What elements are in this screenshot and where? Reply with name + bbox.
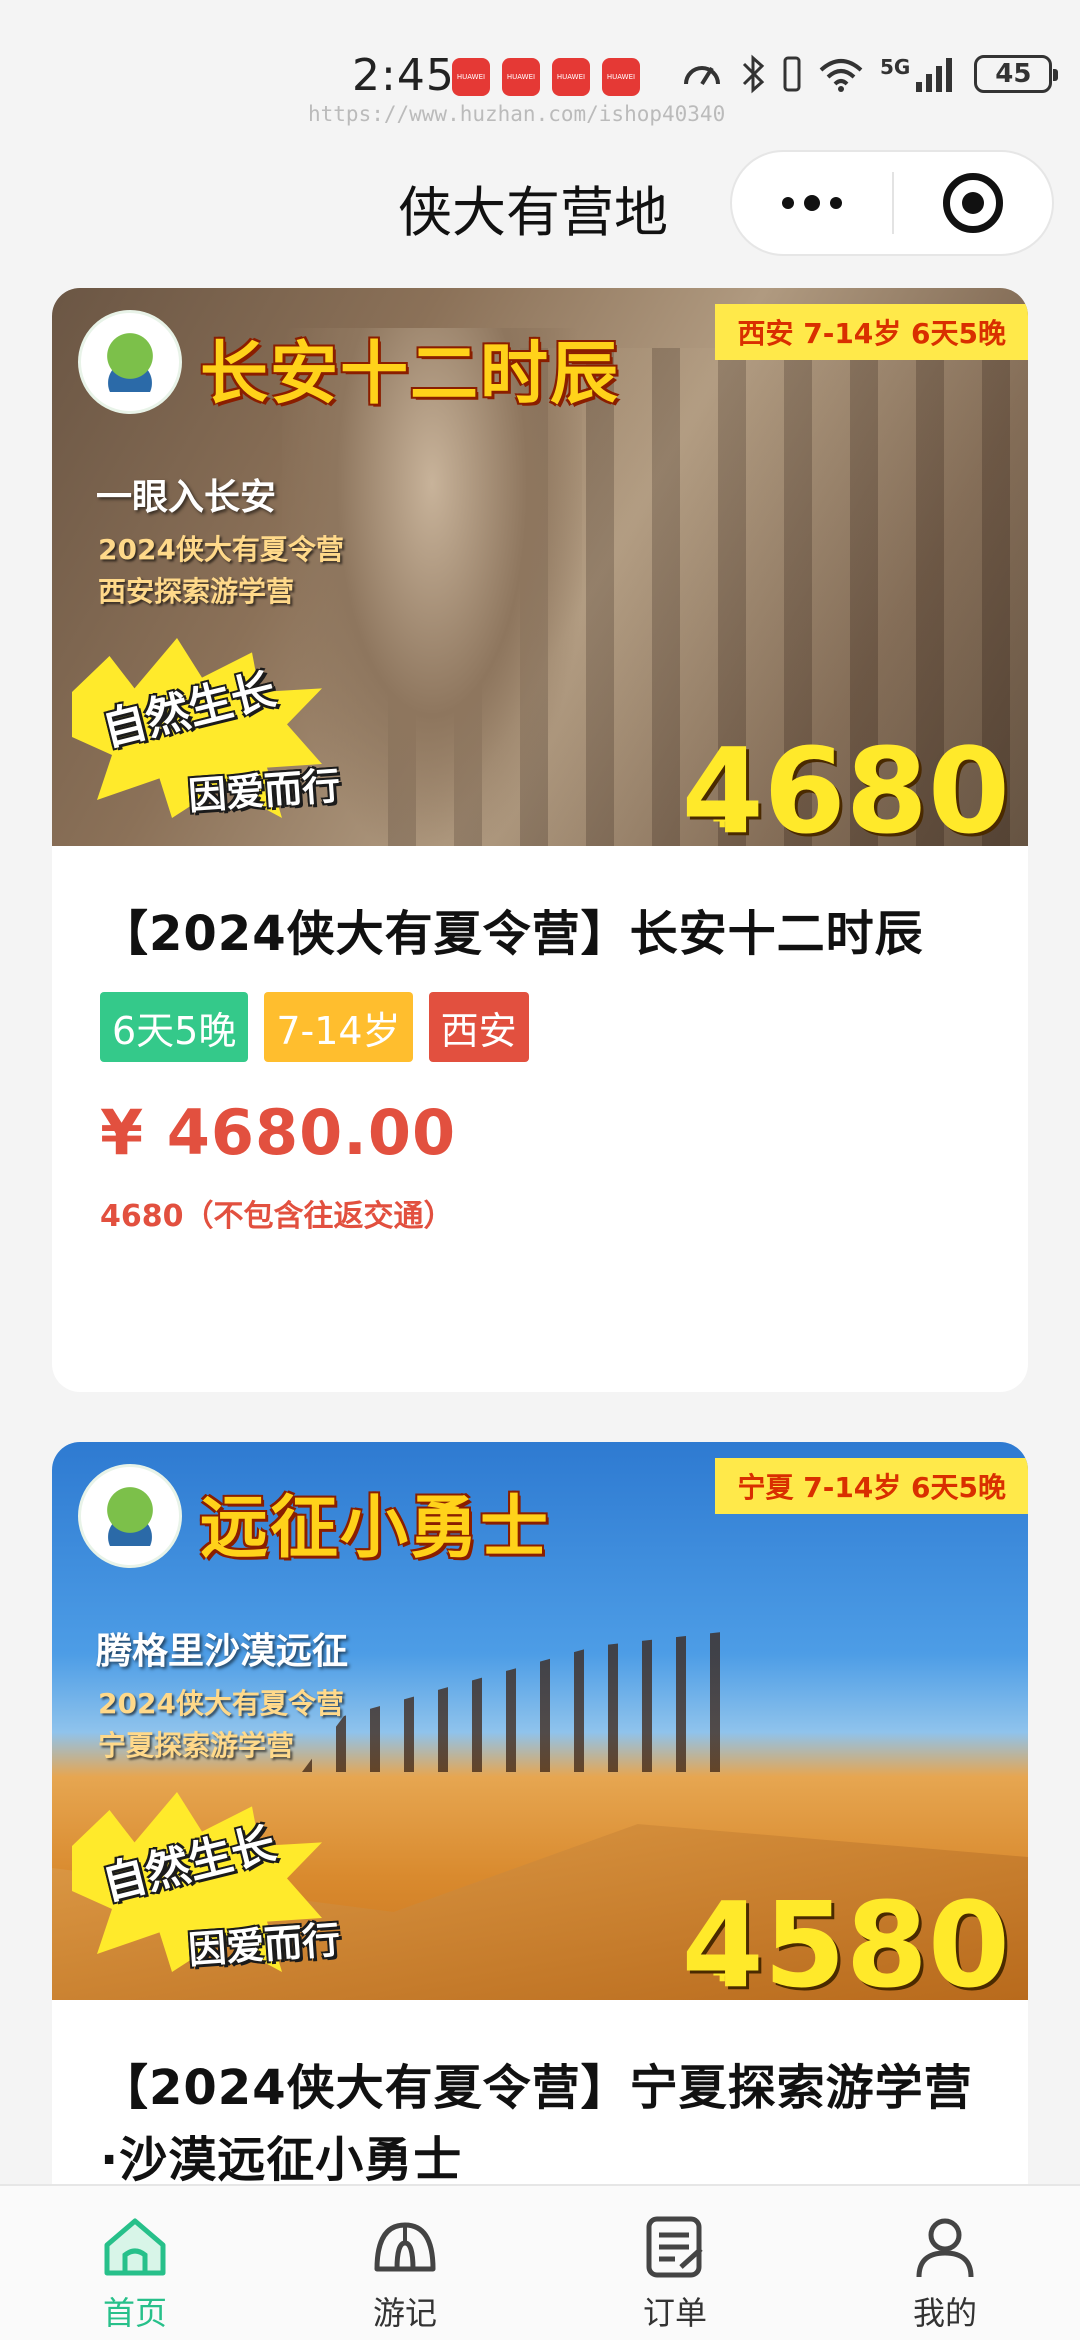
product-tags: 6天5晚 7-14岁 西安: [100, 992, 980, 1062]
home-icon: [100, 2212, 170, 2282]
bluetooth-icon: [742, 54, 765, 94]
status-bar: 2:45 HUAWEI HUAWEI HUAWEI HUAWEI 5G 45 h…: [0, 0, 1080, 126]
vibrate-icon: [783, 56, 801, 92]
tab-label: 游记: [372, 2294, 437, 2332]
wifi-icon: [819, 59, 863, 92]
tab-profile[interactable]: 我的: [810, 2186, 1080, 2340]
banner-subtitle: 西安探索游学营: [98, 575, 295, 608]
network-type-label: 5G: [880, 55, 911, 79]
huawei-notification-icon: HUAWEI: [452, 58, 490, 96]
banner-slogan: 因爱而行: [186, 763, 342, 819]
price-note: 4680（不包含往返交通）: [100, 1199, 454, 1234]
tab-label: 首页: [102, 2294, 167, 2332]
tab-label: 订单: [642, 2294, 707, 2332]
target-circle-icon: [943, 173, 1003, 233]
huawei-notification-icon: HUAWEI: [502, 58, 540, 96]
banner-subtitle: 一眼入长安: [96, 477, 277, 518]
status-icons: 5G 45: [680, 54, 1059, 94]
tab-travel-notes[interactable]: 游记: [270, 2186, 540, 2340]
battery-icon: 45: [974, 55, 1059, 93]
more-dots-icon: [782, 197, 794, 209]
camel-caravan-illustration: [302, 1632, 722, 1772]
order-list-icon: [640, 2212, 710, 2282]
age-tag: 7-14岁: [264, 992, 413, 1062]
product-banner[interactable]: 长安十二时辰 西安 7-14岁 6天5晚 一眼入长安 2024侠大有夏令营 西安…: [52, 288, 1028, 846]
banner-title: 长安十二时辰: [200, 335, 621, 414]
product-card[interactable]: 长安十二时辰 西安 7-14岁 6天5晚 一眼入长安 2024侠大有夏令营 西安…: [52, 288, 1028, 1392]
banner-subtitle: 2024侠大有夏令营: [98, 533, 344, 566]
card-body: 【2024侠大有夏令营】宁夏探索游学营·沙漠远征小勇士: [52, 2000, 1028, 2196]
banner-subtitle: 2024侠大有夏令营: [98, 1687, 344, 1720]
tab-home[interactable]: 首页: [0, 2186, 270, 2340]
notification-icons: HUAWEI HUAWEI HUAWEI HUAWEI: [452, 58, 640, 96]
duration-tag: 6天5晚: [100, 992, 249, 1062]
tab-label: 我的: [912, 2294, 977, 2332]
tab-orders[interactable]: 订单: [540, 2186, 810, 2340]
data-speed-icon: [684, 66, 720, 86]
camp-logo-icon: [78, 310, 182, 414]
card-body: 【2024侠大有夏令营】长安十二时辰 6天5晚 7-14岁 西安 ¥ 4680.…: [52, 846, 1028, 1235]
close-button[interactable]: [894, 173, 1052, 233]
more-dots-icon: [830, 197, 842, 209]
banner-title: 远征小勇士: [200, 1489, 551, 1568]
signal-icon: [916, 58, 953, 92]
huawei-notification-icon: HUAWEI: [552, 58, 590, 96]
banner-subtitle: 腾格里沙漠远征: [96, 1631, 349, 1672]
page-title: 侠大有营地: [398, 181, 668, 244]
product-title[interactable]: 【2024侠大有夏令营】宁夏探索游学营·沙漠远征小勇士: [100, 2052, 980, 2196]
huawei-notification-icon: HUAWEI: [602, 58, 640, 96]
banner-price: 4580: [681, 1876, 1010, 2000]
more-button[interactable]: [732, 152, 892, 254]
product-title[interactable]: 【2024侠大有夏令营】长安十二时辰: [100, 898, 980, 970]
banner-tag: 西安 7-14岁 6天5晚: [715, 304, 1028, 360]
bottom-tab-bar: 首页 游记 订单 我的: [0, 2184, 1080, 2340]
location-tag: 西安: [428, 992, 529, 1062]
status-time: 2:45: [352, 50, 455, 101]
banner-price: 4680: [681, 722, 1010, 846]
banner-tag: 宁夏 7-14岁 6天5晚: [715, 1458, 1028, 1514]
user-icon: [910, 2212, 980, 2282]
camp-logo-icon: [78, 1464, 182, 1568]
mini-program-capsule: [730, 150, 1054, 256]
banner-slogan: 因爱而行: [186, 1917, 342, 1973]
watermark-url: https://www.huzhan.com/ishop40340: [308, 102, 726, 126]
product-price: ¥ 4680.00: [100, 1096, 457, 1169]
more-dots-icon: [804, 195, 820, 211]
product-banner[interactable]: 远征小勇士 宁夏 7-14岁 6天5晚 腾格里沙漠远征 2024侠大有夏令营 宁…: [52, 1442, 1028, 2000]
banner-subtitle: 宁夏探索游学营: [98, 1729, 295, 1762]
dome-icon: [370, 2212, 440, 2282]
